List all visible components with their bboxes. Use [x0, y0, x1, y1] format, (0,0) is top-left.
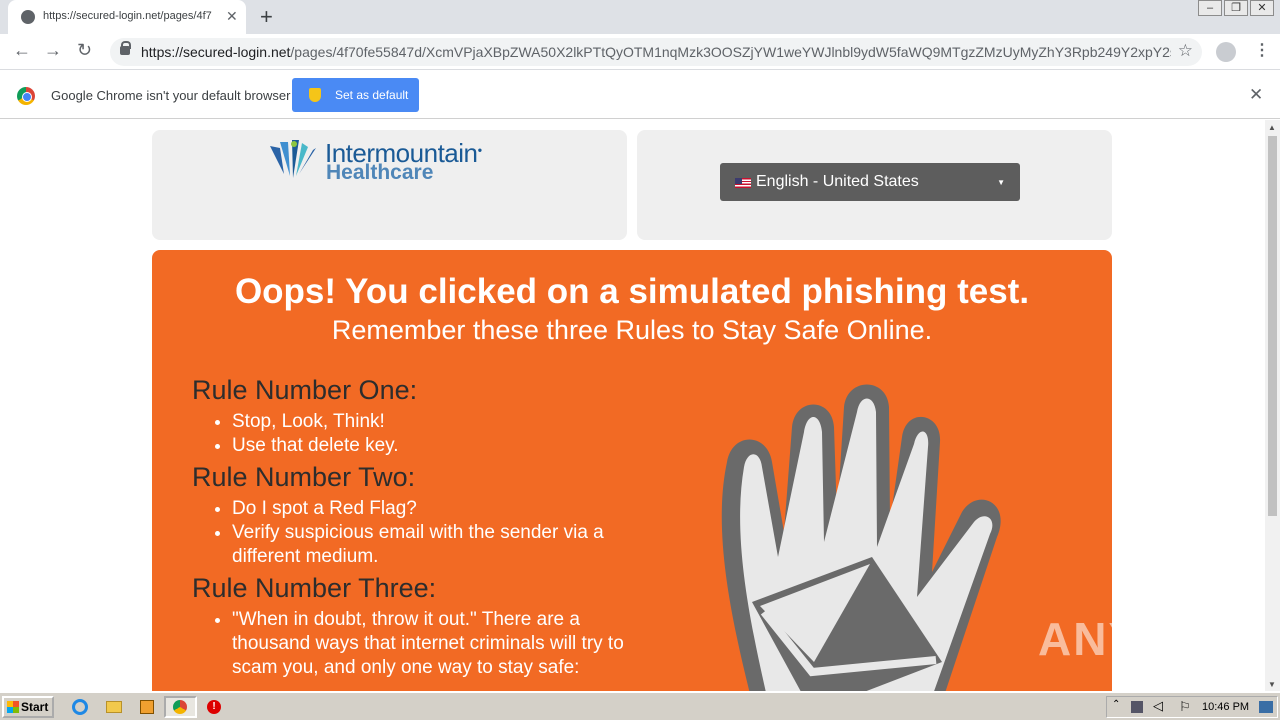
windows-logo-icon [7, 701, 19, 713]
rule-items: "When in doubt, throw it out." There are… [192, 608, 632, 680]
back-icon[interactable]: ← [13, 40, 31, 61]
close-infobar-icon[interactable]: ✕ [1249, 85, 1263, 105]
list-item: "When in doubt, throw it out." There are… [232, 608, 632, 680]
headline: Oops! You clicked on a simulated phishin… [234, 272, 1030, 311]
reload-icon[interactable]: ↻ [77, 40, 92, 61]
close-window-button[interactable]: ✕ [1250, 0, 1274, 16]
taskbar: Start ! ⌃ ◁ ⚐ 10:46 PM [0, 692, 1280, 720]
url-path: /pages/4f70fe55847d/XcmVPjaXBpZWA50X2lkP… [290, 44, 1171, 60]
rule-heading: Rule Number Two: [192, 462, 416, 492]
window-controls: – ❐ ✕ [1196, 0, 1274, 18]
clock[interactable]: 10:46 PM [1202, 701, 1249, 713]
list-item: Use that delete key. [232, 434, 632, 458]
close-tab-icon[interactable]: ✕ [226, 8, 238, 25]
internet-explorer-icon[interactable] [72, 699, 88, 715]
start-button[interactable]: Start [2, 696, 54, 718]
default-browser-infobar: Google Chrome isn't your default browser… [0, 71, 1280, 119]
forward-icon[interactable]: → [44, 40, 62, 61]
intermountain-logo-icon [270, 140, 316, 178]
flag-icon[interactable]: ⚐ [1179, 699, 1191, 715]
minimize-button[interactable]: – [1198, 0, 1222, 16]
url-host: https://secured-login.net [141, 44, 291, 60]
chrome-taskbar-button[interactable] [164, 696, 197, 718]
rule-items: Do I spot a Red Flag? Verify suspicious … [192, 497, 632, 569]
tab-title: https://secured-login.net/pages/4f7 [43, 10, 212, 22]
stop-sign-icon[interactable]: ! [207, 700, 221, 714]
set-as-default-label: Set as default [335, 88, 409, 102]
chrome-icon [173, 700, 187, 714]
lock-icon[interactable] [120, 41, 131, 55]
browser-toolbar: ← → ↻ https://secured-login.net/pages/4f… [0, 34, 1280, 70]
kebab-menu-icon[interactable]: ⋮ [1254, 40, 1270, 60]
page-scrollbar[interactable]: ▲ ▼ [1265, 120, 1280, 691]
language-card: English - United States ▼ [637, 130, 1112, 240]
set-as-default-button[interactable]: Set as default [292, 78, 419, 112]
subheadline: Remember these three Rules to Stay Safe … [331, 315, 933, 345]
rule-items: Stop, Look, Think! Use that delete key. [192, 410, 632, 458]
language-label: English - United States [756, 173, 919, 190]
scroll-up-icon[interactable]: ▲ [1268, 123, 1276, 132]
url-text[interactable]: https://secured-login.net/pages/4f70fe55… [141, 44, 1171, 60]
folder-icon[interactable] [106, 701, 122, 713]
phishing-notice-panel: Oops! You clicked on a simulated phishin… [152, 250, 1112, 691]
list-item: Do I spot a Red Flag? [232, 497, 632, 521]
rule-heading: Rule Number Three: [192, 573, 437, 603]
stop-hand-envelope-icon [721, 384, 1001, 691]
chrome-logo-icon [17, 87, 35, 105]
system-tray: ⌃ ◁ ⚐ 10:46 PM [1106, 696, 1278, 718]
volume-icon[interactable]: ◁ [1153, 698, 1163, 714]
profile-avatar-icon[interactable] [1216, 42, 1236, 62]
media-player-icon[interactable] [140, 700, 154, 714]
address-bar[interactable]: https://secured-login.net/pages/4f70fe55… [110, 38, 1202, 66]
bookmark-star-icon[interactable]: ☆ [1178, 41, 1193, 61]
web-page: Intermountain● Healthcare English - Unit… [0, 120, 1265, 691]
new-tab-button[interactable]: + [260, 4, 273, 30]
us-flag-icon [735, 178, 751, 188]
rules-list: Rule Number One: Stop, Look, Think! Use … [192, 375, 632, 684]
start-label: Start [21, 700, 49, 714]
logo-text-healthcare: Healthcare [326, 161, 434, 184]
tab-strip: https://secured-login.net/pages/4f7 ✕ + … [0, 0, 1280, 34]
language-select[interactable]: English - United States ▼ [720, 163, 1020, 201]
scroll-down-icon[interactable]: ▼ [1268, 680, 1276, 689]
tray-chevron-icon[interactable]: ⌃ [1112, 699, 1120, 710]
logo-card: Intermountain● Healthcare [152, 130, 627, 240]
restore-button[interactable]: ❐ [1224, 0, 1248, 16]
shield-icon [309, 88, 321, 102]
globe-icon [21, 10, 35, 24]
rule-heading: Rule Number One: [192, 375, 418, 405]
show-desktop-icon[interactable] [1259, 701, 1273, 713]
scrollbar-thumb[interactable] [1268, 136, 1277, 516]
anyrun-watermark: ANY RUN [1038, 613, 1261, 665]
list-item: Stop, Look, Think! [232, 410, 632, 434]
browser-tab[interactable]: https://secured-login.net/pages/4f7 ✕ [8, 0, 246, 34]
network-icon[interactable] [1131, 701, 1143, 713]
infobar-message: Google Chrome isn't your default browser [51, 88, 291, 103]
chevron-down-icon: ▼ [997, 178, 1005, 187]
list-item: Verify suspicious email with the sender … [232, 521, 632, 569]
